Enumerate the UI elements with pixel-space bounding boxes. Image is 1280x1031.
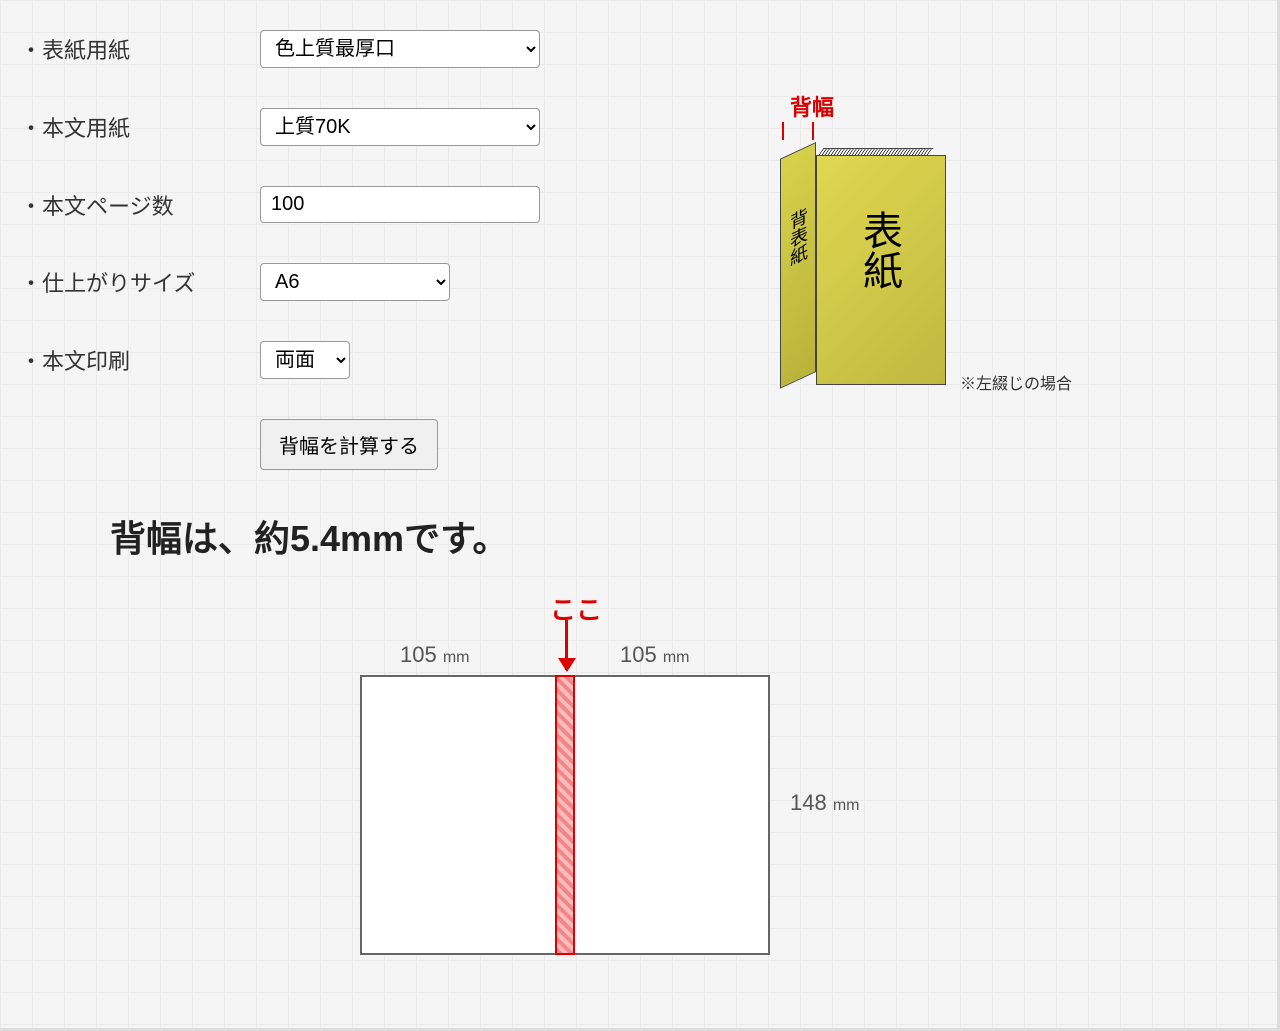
spine-here-label: ここ xyxy=(550,590,602,627)
label-finish-size: 仕上がりサイズ xyxy=(20,266,260,298)
spine-strip xyxy=(555,675,575,955)
book-front-label: 表紙 xyxy=(850,210,908,290)
calculate-button[interactable]: 背幅を計算する xyxy=(260,419,438,470)
select-cover-paper[interactable]: 色上質最厚口 xyxy=(260,30,540,68)
book-3d-diagram: 背幅 背表紙 表紙 ※左綴じの場合 xyxy=(740,80,1120,420)
diagram-spine-title: 背幅 xyxy=(790,90,834,122)
result-text: 背幅は、約5.4mmです。 xyxy=(110,510,1257,562)
label-page-count: 本文ページ数 xyxy=(20,189,260,221)
row-cover-paper: 表紙用紙 色上質最厚口 xyxy=(20,30,720,68)
dimension-width-right: 105 mm xyxy=(620,642,690,668)
dimension-width-left: 105 mm xyxy=(400,642,470,668)
label-body-print: 本文印刷 xyxy=(20,344,260,376)
dimension-height: 148 mm xyxy=(790,790,860,816)
arrow-down-icon xyxy=(565,620,568,670)
label-body-paper: 本文用紙 xyxy=(20,111,260,143)
row-page-count: 本文ページ数 xyxy=(20,186,720,223)
spine-tick-left xyxy=(782,122,784,140)
row-body-print: 本文印刷 両面 xyxy=(20,341,720,379)
row-body-paper: 本文用紙 上質70K xyxy=(20,108,720,146)
select-finish-size[interactable]: A6 xyxy=(260,263,450,301)
spine-tick-right xyxy=(812,122,814,140)
select-body-print[interactable]: 両面 xyxy=(260,341,350,379)
row-finish-size: 仕上がりサイズ A6 xyxy=(20,263,720,301)
submit-row: 背幅を計算する xyxy=(20,419,720,470)
spread-diagram: ここ 105 mm 105 mm 148 mm xyxy=(340,580,940,1000)
input-page-count[interactable] xyxy=(260,186,540,223)
select-body-paper[interactable]: 上質70K xyxy=(260,108,540,146)
label-cover-paper: 表紙用紙 xyxy=(20,33,260,65)
book-binding-note: ※左綴じの場合 xyxy=(960,370,1072,394)
spine-calculator-form: 表紙用紙 色上質最厚口 本文用紙 上質70K 本文ページ数 仕上がりサイズ A6… xyxy=(20,30,720,470)
